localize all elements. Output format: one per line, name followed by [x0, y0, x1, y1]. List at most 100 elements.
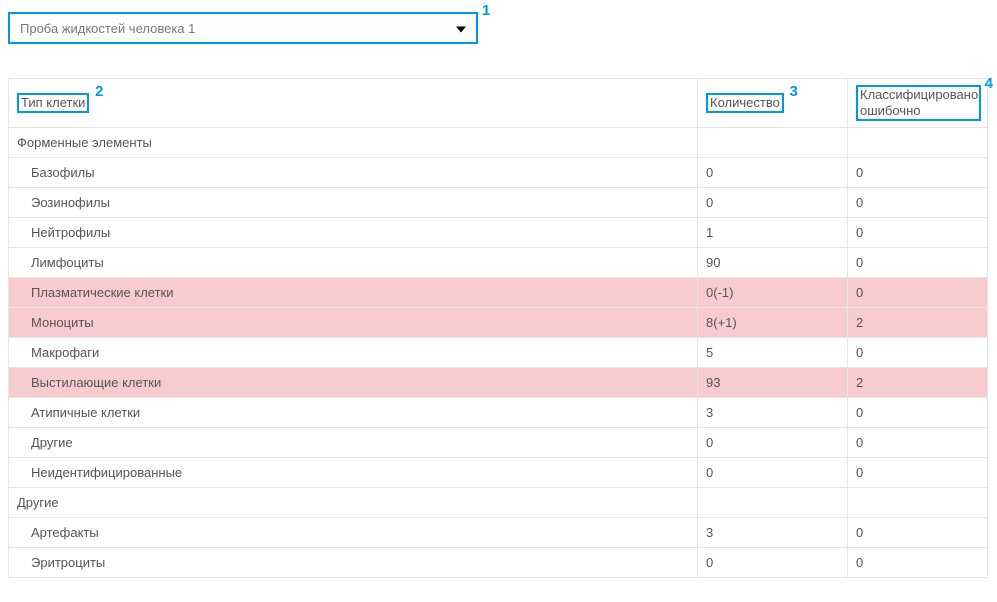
table-row[interactable]: Атипичные клетки 3 0 — [9, 398, 988, 428]
cell-qty: 0 — [698, 188, 848, 218]
cell-qty: 0 — [698, 548, 848, 578]
cell-err: 0 — [848, 248, 988, 278]
cell-type-label: Лимфоциты — [31, 255, 104, 270]
cell-qty-value: 0(-1) — [706, 285, 733, 300]
cell-qty-value: 1 — [706, 225, 713, 240]
cell-qty-value: 8(+1) — [706, 315, 737, 330]
table-body: Форменные элементыБазофилы00Эозинофилы00… — [9, 128, 988, 578]
cell-type-label: Другие — [17, 495, 59, 510]
cell-type: Другие — [9, 488, 698, 518]
table-row[interactable]: Другие 0 0 — [9, 428, 988, 458]
col-header-type[interactable]: Тип клетки 2 — [9, 79, 698, 128]
cell-type: Эритроциты — [9, 548, 698, 578]
table-row[interactable]: Моноциты 8(+1) 2 — [9, 308, 988, 338]
cell-qty: 0 — [698, 458, 848, 488]
cell-type: Макрофаги — [9, 338, 698, 368]
table-row[interactable]: Макрофаги 5 0 — [9, 338, 988, 368]
table-row[interactable]: Базофилы 0 0 — [9, 158, 988, 188]
cell-err-value: 0 — [856, 465, 863, 480]
cell-err-value: 0 — [856, 405, 863, 420]
cell-err: 0 — [848, 428, 988, 458]
cell-type-label: Эозинофилы — [31, 195, 110, 210]
cell-qty-value: 0 — [706, 165, 713, 180]
sample-select[interactable]: Проба жидкостей человека 1 — [8, 12, 478, 44]
cell-err-value: 0 — [856, 165, 863, 180]
cell-qty: 1 — [698, 218, 848, 248]
cell-err: 0 — [848, 158, 988, 188]
cell-err: 0 — [848, 338, 988, 368]
cell-classification-table: Тип клетки 2 Количество 3 Классифицирова… — [8, 78, 988, 578]
cell-qty-value: 93 — [706, 375, 720, 390]
cell-qty-value: 90 — [706, 255, 720, 270]
cell-err-value: 0 — [856, 525, 863, 540]
sample-select-value: Проба жидкостей человека 1 — [20, 21, 195, 36]
cell-qty: 0(-1) — [698, 278, 848, 308]
table-row[interactable]: Нейтрофилы 1 0 — [9, 218, 988, 248]
cell-err-value: 2 — [856, 375, 863, 390]
chevron-down-icon — [456, 21, 466, 36]
cell-err-value: 0 — [856, 225, 863, 240]
cell-type: Другие — [9, 428, 698, 458]
cell-qty-value: 5 — [706, 345, 713, 360]
cell-qty-value: 0 — [706, 435, 713, 450]
cell-type: Выстилающие клетки — [9, 368, 698, 398]
cell-type: Атипичные клетки — [9, 398, 698, 428]
cell-type-label: Форменные элементы — [17, 135, 152, 150]
cell-type: Базофилы — [9, 158, 698, 188]
table-row[interactable]: Плазматические клетки 0(-1) 0 — [9, 278, 988, 308]
table-row[interactable]: Эозинофилы 00 — [9, 188, 988, 218]
cell-qty — [698, 488, 848, 518]
cell-err: 0 — [848, 548, 988, 578]
cell-qty: 5 — [698, 338, 848, 368]
cell-type: Артефакты — [9, 518, 698, 548]
cell-qty: 93 — [698, 368, 848, 398]
table-row[interactable]: Неидентифицированные 00 — [9, 458, 988, 488]
cell-type-label: Базофилы — [31, 165, 95, 180]
table-row[interactable]: Эритроциты00 — [9, 548, 988, 578]
table-row[interactable]: Артефакты 3 0 — [9, 518, 988, 548]
cell-type-label: Другие — [31, 435, 73, 450]
cell-type: Плазматические клетки — [9, 278, 698, 308]
cell-type: Эозинофилы — [9, 188, 698, 218]
cell-type-label: Неидентифицированные — [31, 465, 182, 480]
cell-type: Форменные элементы — [9, 128, 698, 158]
cell-err-value: 0 — [856, 435, 863, 450]
cell-qty: 0 — [698, 158, 848, 188]
col-header-type-label: Тип клетки — [17, 93, 89, 113]
cell-err: 2 — [848, 308, 988, 338]
col-header-qty[interactable]: Количество 3 — [698, 79, 848, 128]
table-row[interactable]: Другие — [9, 488, 988, 518]
cell-type-label: Атипичные клетки — [31, 405, 140, 420]
cell-type-label: Моноциты — [31, 315, 94, 330]
cell-err-value: 0 — [856, 255, 863, 270]
cell-type-label: Артефакты — [31, 525, 99, 540]
cell-err-value: 2 — [856, 315, 863, 330]
cell-err-value: 0 — [856, 195, 863, 210]
cell-type: Моноциты — [9, 308, 698, 338]
table-row[interactable]: Лимфоциты 90 0 — [9, 248, 988, 278]
cell-qty — [698, 128, 848, 158]
table-row[interactable]: Форменные элементы — [9, 128, 988, 158]
cell-err: 0 — [848, 518, 988, 548]
col-header-err-label: Классифицировано ошибочно — [856, 85, 981, 121]
cell-err-value: 0 — [856, 345, 863, 360]
cell-qty-value: 3 — [706, 405, 713, 420]
cell-type-label: Выстилающие клетки — [31, 375, 161, 390]
cell-err: 0 — [848, 278, 988, 308]
cell-qty: 8(+1) — [698, 308, 848, 338]
cell-type-label: Макрофаги — [31, 345, 99, 360]
table-header-row: Тип клетки 2 Количество 3 Классифицирова… — [9, 79, 988, 128]
cell-err: 2 — [848, 368, 988, 398]
col-header-qty-label: Количество — [706, 93, 784, 113]
cell-qty: 0 — [698, 428, 848, 458]
cell-err: 0 — [848, 398, 988, 428]
table-row[interactable]: Выстилающие клетки 93 2 — [9, 368, 988, 398]
cell-type: Нейтрофилы — [9, 218, 698, 248]
cell-qty: 3 — [698, 398, 848, 428]
cell-err — [848, 488, 988, 518]
cell-qty-value: 3 — [706, 525, 713, 540]
cell-err-value: 0 — [856, 285, 863, 300]
col-header-err[interactable]: Классифицировано ошибочно 4 — [848, 79, 988, 128]
cell-err: 0 — [848, 188, 988, 218]
callout-2: 2 — [95, 83, 103, 100]
